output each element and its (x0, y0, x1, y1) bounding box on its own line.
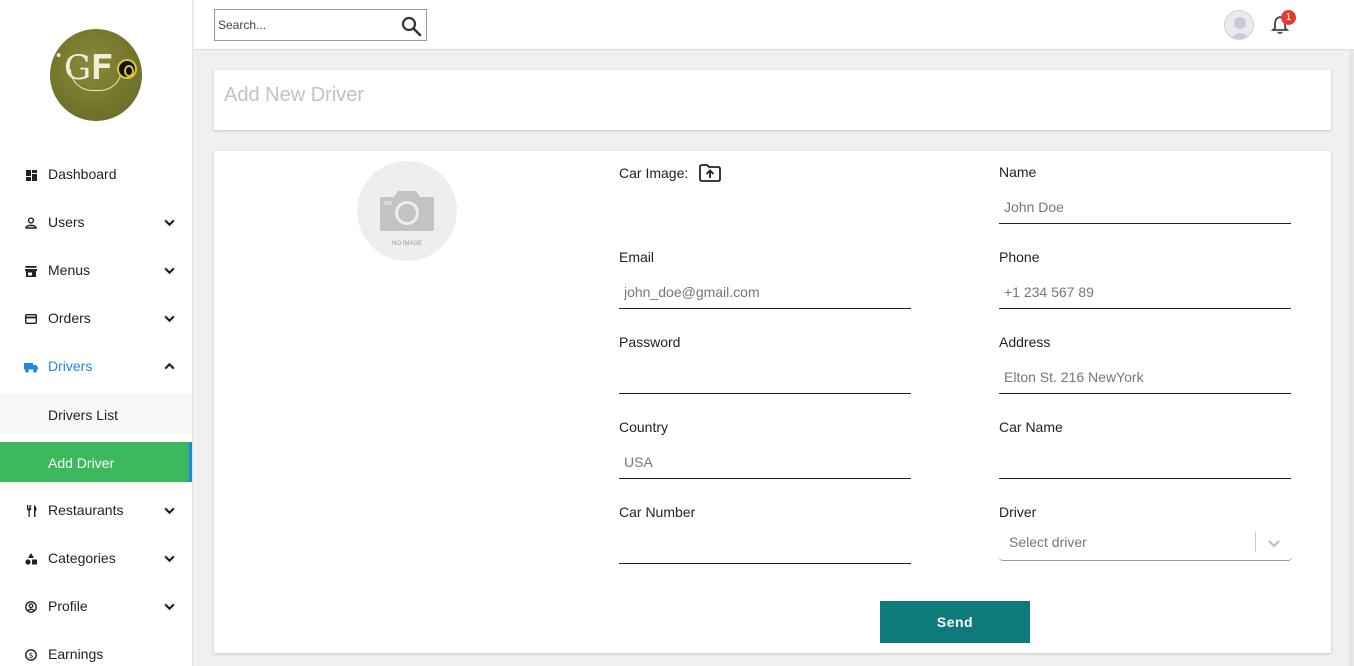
email-field: Email (619, 249, 911, 309)
driver-field: Driver (999, 504, 1291, 524)
dashboard-icon (24, 168, 38, 182)
phone-label: Phone (999, 249, 1040, 265)
sidebar: ̈G𝐅 ····· Dashboard Users Menus Orders D… (0, 0, 193, 666)
password-field: Password (619, 334, 911, 394)
restaurant-icon (24, 504, 38, 518)
credit-card-icon (24, 312, 38, 326)
sidebar-subitem-label: Drivers List (48, 407, 119, 423)
car-number-label: Car Number (619, 504, 696, 520)
name-field: Name (999, 164, 1291, 224)
name-label: Name (999, 164, 1037, 180)
sidebar-item-label: Restaurants (48, 502, 124, 518)
avatar[interactable] (1224, 10, 1254, 40)
add-driver-form: NO IMAGE Car Image: Name Email Phone Pas… (214, 151, 1331, 653)
sidebar-item-label: Profile (48, 598, 88, 614)
sidebar-item-label: Users (48, 214, 85, 230)
sidebar-subitem-add-driver[interactable]: Add Driver (0, 442, 192, 482)
car-name-input[interactable] (999, 445, 1291, 479)
address-input[interactable] (999, 360, 1291, 394)
user-icon (24, 216, 38, 230)
sidebar-item-menus[interactable]: Menus (0, 250, 192, 290)
name-input[interactable] (999, 190, 1291, 224)
driver-select-value: Select driver (1009, 534, 1087, 550)
account-circle-icon (24, 600, 38, 614)
car-number-field: Car Number (619, 504, 911, 564)
sidebar-item-label: Dashboard (48, 166, 117, 182)
driver-select[interactable]: Select driver (999, 523, 1292, 561)
chevron-down-icon (164, 315, 175, 323)
chevron-down-icon (164, 267, 175, 275)
phone-field: Phone (999, 249, 1291, 309)
driver-label: Driver (999, 504, 1037, 520)
top-bar: 1 (194, 0, 1354, 50)
svg-text:$: $ (28, 651, 33, 660)
email-input[interactable] (619, 275, 911, 309)
chevron-down-icon (164, 507, 175, 515)
sidebar-subitem-label: Add Driver (48, 455, 115, 471)
sidebar-item-profile[interactable]: Profile (0, 586, 192, 626)
sidebar-item-restaurants[interactable]: Restaurants (0, 490, 192, 530)
search-input[interactable] (218, 16, 393, 34)
chevron-down-icon (164, 555, 175, 563)
car-name-field: Car Name (999, 419, 1291, 479)
page-title: Add New Driver (224, 84, 365, 106)
folder-upload-icon[interactable] (699, 164, 721, 182)
chevron-down-icon (164, 219, 175, 227)
sidebar-item-drivers[interactable]: Drivers (0, 346, 192, 386)
car-name-label: Car Name (999, 419, 1063, 435)
search-icon[interactable] (400, 15, 422, 37)
country-field: Country (619, 419, 911, 479)
notification-badge: 1 (1281, 10, 1296, 25)
chevron-down-icon (164, 603, 175, 611)
password-input[interactable] (619, 360, 911, 394)
dollar-icon: $ (24, 648, 38, 662)
chevron-up-icon (164, 362, 175, 370)
password-label: Password (619, 334, 681, 350)
storefront-icon (24, 264, 38, 278)
sidebar-subitem-drivers-list[interactable]: Drivers List (0, 394, 192, 434)
category-icon (24, 552, 38, 566)
driver-photo-placeholder[interactable]: NO IMAGE (357, 161, 457, 261)
sidebar-item-categories[interactable]: Categories (0, 538, 192, 578)
sidebar-item-label: Orders (48, 310, 91, 326)
truck-icon (24, 360, 38, 374)
sidebar-item-label: Categories (48, 550, 116, 566)
address-label: Address (999, 334, 1051, 350)
phone-input[interactable] (999, 275, 1291, 309)
country-input[interactable] (619, 445, 911, 479)
page-scrollbar[interactable] (1349, 50, 1354, 666)
sidebar-item-label: Menus (48, 262, 91, 278)
select-separator (1255, 532, 1256, 552)
sidebar-item-dashboard[interactable]: Dashboard (0, 154, 192, 194)
email-label: Email (619, 249, 655, 265)
country-label: Country (619, 419, 669, 435)
send-button[interactable]: Send (880, 601, 1030, 643)
page-header: Add New Driver (214, 70, 1331, 130)
chevron-down-icon[interactable] (1267, 536, 1281, 550)
search-box (214, 9, 427, 41)
brand-logo[interactable]: ̈G𝐅 ····· (50, 29, 142, 121)
car-number-input[interactable] (619, 530, 911, 564)
sidebar-item-label: Earnings (48, 646, 104, 662)
photo-placeholder-text: NO IMAGE (391, 241, 422, 247)
camera-icon (380, 191, 434, 231)
car-image-label: Car Image: (619, 165, 689, 181)
sidebar-item-earnings[interactable]: $ Earnings (0, 634, 192, 666)
address-field: Address (999, 334, 1291, 394)
sidebar-item-label: Drivers (48, 358, 93, 374)
sidebar-item-orders[interactable]: Orders (0, 298, 192, 338)
sidebar-item-users[interactable]: Users (0, 202, 192, 242)
